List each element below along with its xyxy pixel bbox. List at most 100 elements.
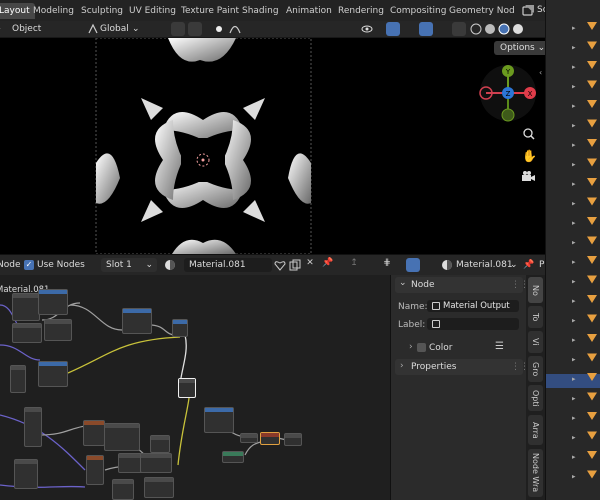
reroute-node[interactable] xyxy=(178,378,196,398)
shader-node[interactable] xyxy=(83,420,105,446)
object-data-icon xyxy=(587,217,597,225)
tab-rendering[interactable]: Rendering xyxy=(333,3,389,19)
proportional-edit-icon[interactable] xyxy=(212,22,226,36)
object-data-icon xyxy=(587,295,597,303)
name-label: Name: xyxy=(398,302,428,312)
tab-animation[interactable]: Animation xyxy=(281,3,337,19)
shader-node[interactable] xyxy=(150,435,170,453)
gizmo-z-label: Z xyxy=(506,90,511,98)
navigation-gizmo: X Y Z xyxy=(479,65,536,122)
viewport-3d[interactable]: X Y Z ✋ Options ⌄ ‹ xyxy=(0,38,545,254)
expand-arrow-icon: ▸ xyxy=(572,200,576,208)
fake-user-icon[interactable] xyxy=(273,258,287,272)
color-checkbox[interactable] xyxy=(417,343,426,352)
shader-node[interactable] xyxy=(38,361,68,387)
tab-compositing[interactable]: Compositing xyxy=(385,3,451,19)
material-browse-right-icon[interactable] xyxy=(440,258,454,272)
shader-node[interactable] xyxy=(112,479,134,500)
shader-node[interactable] xyxy=(104,423,140,451)
shading-modes[interactable] xyxy=(470,23,540,36)
material-name-field[interactable]: Material.081 xyxy=(184,258,272,272)
properties-section-header[interactable]: › Properties ⋮⋮ xyxy=(395,359,529,375)
use-nodes-checkbox[interactable]: ✓ xyxy=(24,260,34,270)
tab-view[interactable]: Vi xyxy=(528,331,543,353)
material-name-right[interactable]: Material.081 xyxy=(456,258,513,272)
scene-icon[interactable] xyxy=(522,4,535,17)
list-icon[interactable]: ☰ xyxy=(495,341,504,352)
tab-node-wrangler[interactable]: Node Wra xyxy=(528,449,543,497)
close-icon[interactable]: ✕ xyxy=(303,258,317,272)
node-editor-header: Node ✓ Use Nodes Slot 1 ⌄ Material.081 ✕ … xyxy=(0,254,545,275)
snap-toggle-icon[interactable] xyxy=(364,258,378,272)
node-section-header[interactable]: ⌄ Node ⋮⋮ xyxy=(395,277,529,293)
tab-texture-paint[interactable]: Texture Paint xyxy=(176,3,244,19)
use-nodes-label: Use Nodes xyxy=(37,260,85,270)
transform-orientation-icon[interactable] xyxy=(86,22,100,36)
material-output-node[interactable] xyxy=(260,432,280,445)
duplicate-icon[interactable] xyxy=(288,258,302,272)
tab-options[interactable]: Opti xyxy=(528,385,543,411)
expand-arrow-icon: ▸ xyxy=(572,63,576,71)
sidebar-toggle-icon[interactable]: ‹ xyxy=(539,68,542,77)
snap-element-icon[interactable]: ⋕ xyxy=(380,258,394,272)
label-field[interactable] xyxy=(427,318,519,330)
xray-toggle-icon[interactable] xyxy=(452,22,466,36)
gizmo-toggle-icon[interactable] xyxy=(386,22,400,36)
sidebar-tabs: No To Vi Gro Opti Arra Node Wra xyxy=(526,275,545,500)
shader-node[interactable] xyxy=(222,451,244,463)
overlay-toggle-icon[interactable] xyxy=(419,22,433,36)
object-mode-icon[interactable]: ▸ xyxy=(0,22,1,36)
node-menu[interactable]: Node xyxy=(0,258,21,272)
falloff-icon[interactable] xyxy=(228,22,242,36)
tab-sculpting[interactable]: Sculpting xyxy=(76,3,128,19)
visibility-icon[interactable] xyxy=(360,22,374,36)
tab-geometry-nodes[interactable]: Geometry Nod xyxy=(444,3,520,19)
pivot-icon[interactable] xyxy=(171,22,185,36)
slot-dropdown[interactable]: Slot 1 ⌄ xyxy=(101,258,157,272)
object-menu[interactable]: Object xyxy=(12,22,41,36)
shader-node[interactable] xyxy=(140,453,172,473)
pan-icon: ✋ xyxy=(522,149,537,163)
shader-node[interactable] xyxy=(14,459,38,489)
expand-arrow-icon: ▸ xyxy=(572,297,576,305)
expand-arrow-icon: ▸ xyxy=(572,434,576,442)
shader-node[interactable] xyxy=(204,407,234,433)
shader-node[interactable] xyxy=(44,319,72,341)
shader-node[interactable] xyxy=(38,289,68,315)
expand-arrow-icon: ▸ xyxy=(572,395,576,403)
tab-group[interactable]: Gro xyxy=(528,356,543,382)
expand-arrow-icon: ▸ xyxy=(572,122,576,130)
shader-node[interactable] xyxy=(172,319,188,337)
shader-node[interactable] xyxy=(12,323,42,343)
parent-node-tree-icon[interactable]: ↥ xyxy=(347,258,361,272)
tab-uv-editing[interactable]: UV Editing xyxy=(124,3,181,19)
pin-icon[interactable]: 📌 xyxy=(321,258,335,272)
slot-value: Slot 1 xyxy=(106,260,132,270)
tab-shading[interactable]: Shading xyxy=(237,3,284,19)
tab-node[interactable]: No xyxy=(528,277,543,303)
shader-node[interactable] xyxy=(144,477,174,498)
transform-orientation-dropdown[interactable]: Global xyxy=(100,22,129,36)
snap-icon[interactable] xyxy=(188,22,202,36)
shader-node[interactable] xyxy=(86,455,104,485)
overlay-node-icon[interactable] xyxy=(406,258,420,272)
material-browse-icon[interactable] xyxy=(163,258,177,272)
shader-node[interactable] xyxy=(12,293,40,321)
tab-tool[interactable]: To xyxy=(528,306,543,328)
shader-node[interactable] xyxy=(240,433,258,443)
chevron-right-icon[interactable]: › xyxy=(409,342,413,352)
shader-node[interactable] xyxy=(10,365,26,393)
tab-modeling[interactable]: Modeling xyxy=(28,3,79,19)
pin-label: P xyxy=(539,260,545,270)
shader-node[interactable] xyxy=(24,407,42,447)
object-data-icon xyxy=(587,197,597,206)
shader-node[interactable] xyxy=(122,308,152,334)
pin-scene-icon[interactable]: 📌 xyxy=(523,258,534,272)
name-field[interactable]: Material Output xyxy=(427,300,519,312)
options-dropdown[interactable]: Options ⌄ xyxy=(494,41,545,55)
node-editor-canvas[interactable]: Material.081 xyxy=(0,275,390,500)
outliner-panel[interactable]: ▸ ▸ ▸ ▸ ▸ ▸ ▸ ▸ ▸ ▸ ▸ ▸ ▸ ▸ ▸ ▸ ▸ ▸ ▸ ▸ ▸ ▸ ▸ ▸ xyxy=(545,0,600,500)
tab-array[interactable]: Arra xyxy=(528,415,543,445)
object-data-icon xyxy=(587,412,597,420)
shader-node[interactable] xyxy=(284,433,302,446)
